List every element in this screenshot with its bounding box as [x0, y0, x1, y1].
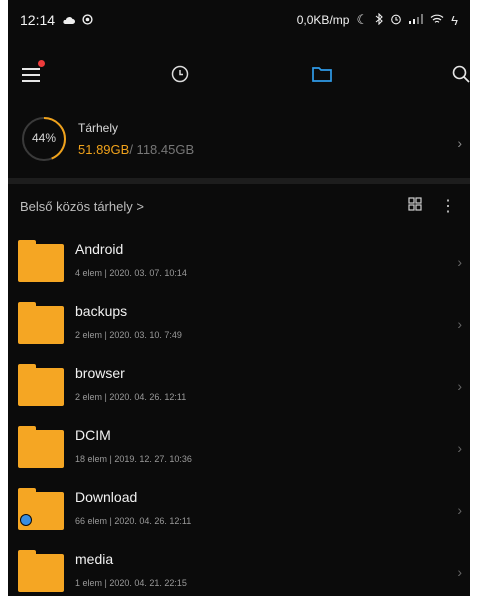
folder-tab-icon[interactable] [310, 62, 334, 86]
file-name: browser [75, 365, 125, 381]
menu-icon[interactable] [20, 60, 45, 86]
list-item[interactable]: Download 66 elem | 2020. 04. 26. 12:11 › [8, 480, 470, 542]
file-meta: 66 elem | 2020. 04. 26. 12:11 [75, 516, 192, 526]
chevron-right-icon: › [457, 378, 462, 394]
network-speed: 0,0KB/mp [296, 13, 350, 27]
list-item[interactable]: backups 2 elem | 2020. 03. 10. 7:49 › [8, 294, 470, 356]
alarm-icon [390, 13, 402, 28]
file-meta: 2 elem | 2020. 03. 10. 7:49 [75, 330, 182, 340]
grid-view-icon[interactable] [408, 197, 422, 216]
top-toolbar [8, 52, 470, 96]
file-manager-screen: 12:14 0,0KB/mp ☾ ϟ 44% Tárhely 51.89GB/ … [8, 0, 470, 596]
chevron-right-icon: › [457, 564, 462, 580]
chevron-right-icon: › [457, 440, 462, 456]
storage-percent: 44% [31, 131, 57, 145]
wifi-icon [430, 13, 444, 27]
storage-total: / 118.45GB [129, 142, 195, 157]
file-name: media [75, 551, 114, 567]
section-divider [8, 178, 470, 184]
recent-clock-icon[interactable] [168, 62, 192, 86]
folder-icon [18, 364, 64, 406]
circle-icon [82, 12, 93, 28]
search-icon[interactable] [449, 62, 470, 86]
folder-icon [18, 302, 64, 344]
file-meta: 4 elem | 2020. 03. 07. 10:14 [75, 268, 187, 278]
file-name: DCIM [75, 427, 111, 443]
file-meta: 18 elem | 2019. 12. 27. 10:36 [75, 454, 192, 464]
sync-badge-icon [20, 514, 32, 526]
folder-icon [18, 240, 64, 282]
file-meta: 1 elem | 2020. 04. 21. 22:15 [75, 578, 187, 588]
storage-card[interactable]: 44% Tárhely 51.89GB/ 118.45GB › [8, 115, 470, 177]
status-time: 12:14 [20, 12, 56, 28]
storage-values: 51.89GB/ 118.45GB [78, 142, 194, 157]
file-meta: 2 elem | 2020. 04. 26. 12:11 [75, 392, 187, 402]
storage-label: Tárhely [78, 121, 119, 135]
section-header: Belső közös tárhely > ⋮ [8, 193, 470, 221]
moon-icon: ☾ [356, 12, 369, 27]
status-bar: 12:14 0,0KB/mp ☾ ϟ [8, 0, 470, 40]
folder-icon [18, 426, 64, 468]
chevron-right-icon: › [457, 135, 462, 151]
file-name: Download [75, 489, 138, 505]
notification-dot [38, 60, 45, 67]
chevron-right-icon: › [457, 316, 462, 332]
battery-charging-icon: ϟ [451, 12, 458, 28]
folder-icon [18, 550, 64, 592]
breadcrumb[interactable]: Belső közös tárhely > [20, 199, 144, 214]
storage-used: 51.89GB [78, 142, 130, 157]
more-options-icon[interactable]: ⋮ [440, 196, 456, 216]
list-item[interactable]: Android 4 elem | 2020. 03. 07. 10:14 › [8, 232, 470, 294]
list-item[interactable]: browser 2 elem | 2020. 04. 26. 12:11 › [8, 356, 470, 418]
signal-icon [409, 13, 424, 27]
file-list: Android 4 elem | 2020. 03. 07. 10:14 › b… [8, 232, 470, 596]
chevron-right-icon: › [457, 254, 462, 270]
file-name: backups [75, 303, 128, 319]
list-item[interactable]: DCIM 18 elem | 2019. 12. 27. 10:36 › [8, 418, 470, 480]
list-item[interactable]: media 1 elem | 2020. 04. 21. 22:15 › [8, 542, 470, 596]
file-name: Android [75, 241, 124, 257]
chevron-right-icon: › [457, 502, 462, 518]
cloud-icon [62, 12, 76, 28]
bluetooth-icon [375, 12, 383, 28]
